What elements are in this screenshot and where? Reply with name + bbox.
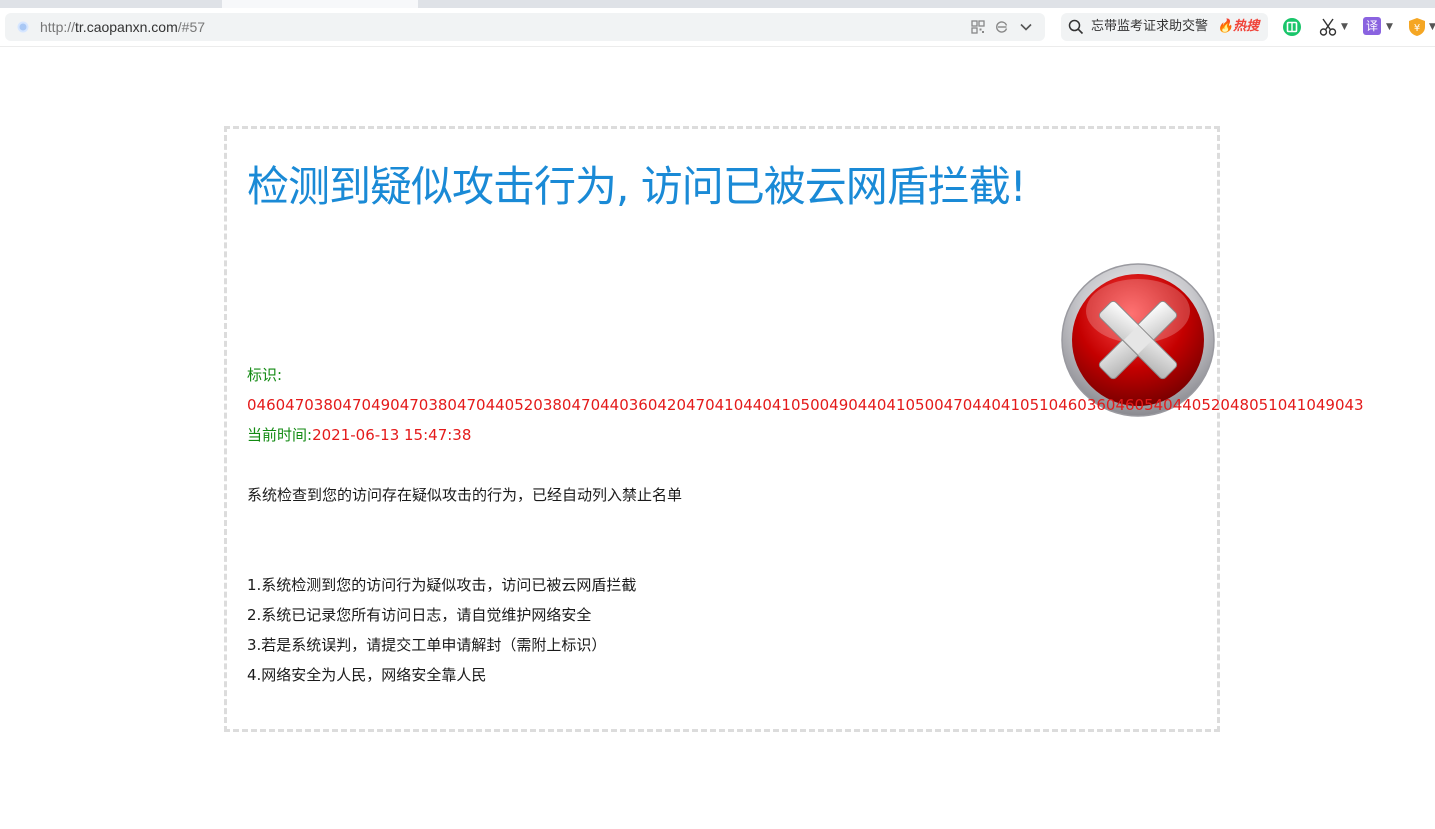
list-item: 3.若是系统误判，请提交工单申请解封（需附上标识）	[247, 636, 607, 654]
block-notice-panel: 检测到疑似攻击行为, 访问已被云网盾拦截! 标识: 04604703804704…	[224, 126, 1364, 732]
site-info-icon[interactable]	[17, 21, 29, 33]
url-host: tr.caopanxn.com	[75, 19, 178, 35]
address-bar[interactable]: http://tr.caopanxn.com/#57	[5, 13, 1045, 41]
time-row: 当前时间:2021-06-13 15:47:38	[247, 425, 471, 445]
tab-strip	[0, 0, 1435, 8]
svg-text:¥: ¥	[1414, 23, 1420, 34]
url-scheme: http://	[40, 19, 76, 35]
chevron-down-icon[interactable]	[1019, 20, 1033, 34]
id-label: 标识:	[247, 366, 283, 384]
scissors-dropdown-caret[interactable]: ▼	[1341, 18, 1348, 36]
id-value: 0460470380470490470380470440520380470440…	[247, 396, 1364, 414]
list-item: 4.网络安全为人民，网络安全靠人民	[247, 666, 487, 684]
extension-dropdown-caret[interactable]: ▼	[1429, 18, 1435, 36]
qr-code-icon[interactable]	[971, 20, 985, 34]
search-query: 忘带监考证求助交警	[1091, 19, 1209, 34]
url-text[interactable]: http://tr.caopanxn.com/#57	[40, 18, 205, 36]
hot-search-badge[interactable]: 🔥热搜	[1217, 19, 1259, 35]
browser-mode-icon[interactable]	[995, 20, 1009, 34]
page-title: 检测到疑似攻击行为, 访问已被云网盾拦截!	[247, 162, 1027, 211]
translate-dropdown-caret[interactable]: ▼	[1386, 18, 1393, 36]
list-item: 1.系统检测到您的访问行为疑似攻击，访问已被云网盾拦截	[247, 576, 637, 594]
url-path: /#57	[177, 19, 206, 35]
browser-toolbar: http://tr.caopanxn.com/#57 忘带监考证求助交警 🔥热搜	[0, 8, 1435, 47]
wallet-shield-icon[interactable]: ¥	[1408, 17, 1426, 37]
translate-icon[interactable]: 译	[1363, 17, 1381, 35]
time-label: 当前时间:	[247, 426, 313, 444]
time-value: 2021-06-13 15:47:38	[312, 426, 472, 444]
scissors-icon[interactable]	[1319, 17, 1337, 37]
list-item: 2.系统已记录您所有访问日志，请自觉维护网络安全	[247, 606, 592, 624]
search-icon	[1068, 19, 1084, 35]
translate-label: 译	[1365, 19, 1378, 33]
search-box[interactable]: 忘带监考证求助交警 🔥热搜	[1061, 13, 1268, 41]
reader-icon[interactable]	[1282, 17, 1302, 37]
active-tab[interactable]	[222, 0, 418, 8]
block-message: 系统检查到您的访问存在疑似攻击的行为，已经自动列入禁止名单	[247, 486, 683, 504]
